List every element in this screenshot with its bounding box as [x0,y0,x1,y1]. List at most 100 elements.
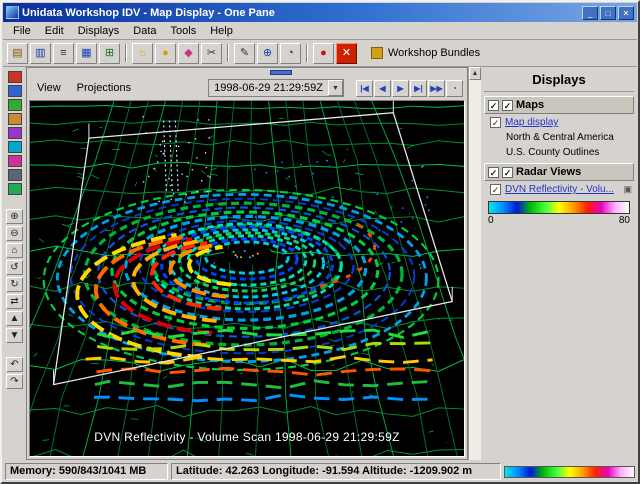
section-toggle-checkbox[interactable]: ✓ [488,100,499,111]
toolbar: ▤ ▥ ≡ ▦ ⊞ ☼ ● ◆ ✂ ✎ ⊕ ◔ ● ✕ Workshop Bun… [3,40,637,67]
app-icon [6,6,19,19]
display-shortcut-icon[interactable] [8,71,22,83]
animation-progress[interactable] [270,70,292,75]
anim-properties-button[interactable]: ◔ [446,80,463,97]
zoom-in-icon[interactable]: ⊕ [6,209,23,224]
menu-view[interactable]: View [31,81,67,95]
save-bundle-icon[interactable]: ▦ [76,43,97,64]
workshop-bundles[interactable]: Workshop Bundles [371,47,480,59]
colorbar-min-label: 0 [488,215,494,226]
close-button[interactable]: ✕ [618,6,634,20]
clock-icon[interactable]: ◔ [280,43,301,64]
time-selector[interactable]: 1998-06-29 21:29:59Z ▼ [208,79,344,97]
titlebar[interactable]: Unidata Workshop IDV - Map Display - One… [3,3,637,22]
scroll-up-icon[interactable]: ▲ [469,67,481,80]
animation-controls: |◀ ◀ ▶ ▶| ▶▶ ◔ [356,80,463,97]
anim-step-back-button[interactable]: ◀ [374,80,391,97]
status-colorbar [504,466,635,478]
position-status: Latitude: 42.263 Longitude: -91.594 Alti… [171,463,501,480]
display-shortcut-icon[interactable] [8,99,22,111]
display-shortcut-icon[interactable] [8,141,22,153]
chevron-down-icon[interactable]: ▼ [328,80,343,96]
display-shortcut-icon[interactable] [8,85,22,97]
anim-end-button[interactable]: ▶▶ [428,80,445,97]
statusbar: Memory: 590/843/1041 MB Latitude: 42.263… [3,462,637,481]
map-canvas[interactable]: DVN Reflectivity - Volume Scan 1998-06-2… [29,100,465,457]
left-toolbar: ⊕ ⊖ ⌂ ↺ ↻ ⇄ ▲ ▼ ↶ ↷ [3,67,26,460]
displays-panel: Displays ✓ ✓ Maps ✓ Map display North & … [481,67,637,460]
toolbar-separator [227,44,229,62]
menubar: File Edit Displays Data Tools Help [3,22,637,40]
undo-view-icon[interactable]: ↶ [6,357,23,372]
time-value: 1998-06-29 21:29:59Z [214,82,323,94]
menu-help[interactable]: Help [203,23,240,39]
radar-views-section-header[interactable]: ✓ ✓ Radar Views [484,163,634,181]
display-shortcut-icon[interactable] [8,113,22,125]
maximize-button[interactable]: □ [600,6,616,20]
displays-panel-title: Displays [484,69,634,92]
folder-open-icon[interactable]: ▤ [7,43,28,64]
legend-scrollbar[interactable]: ▲ [468,67,481,460]
app-window: Unidata Workshop IDV - Map Display - One… [0,0,640,484]
view-control-row: View Projections 1998-06-29 21:29:59Z ▼ … [27,77,467,99]
map-layer-item: North & Central America [484,129,634,144]
visibility-checkbox[interactable]: ✓ [490,184,501,195]
print-icon[interactable]: ≡ [53,43,74,64]
toolbar-separator [125,44,127,62]
maps-section-label: Maps [516,99,544,111]
toolbar-separator [306,44,308,62]
anim-begin-button[interactable]: |◀ [356,80,373,97]
radar-display-link[interactable]: DVN Reflectivity - Volu... [505,184,614,195]
cut-icon[interactable]: ✂ [201,43,222,64]
record-icon[interactable]: ● [313,43,334,64]
menu-projections[interactable]: Projections [71,81,137,95]
colorbar-labels: 0 80 [484,214,634,227]
redo-view-icon[interactable]: ↷ [6,374,23,389]
reflectivity-colorbar[interactable] [488,201,630,214]
display-shortcut-icon[interactable] [8,155,22,167]
legend-row: ✓ DVN Reflectivity - Volu... ▣ [484,181,634,196]
pan-up-icon[interactable]: ▲ [6,311,23,326]
map-layer-item: U.S. County Outlines [484,144,634,159]
menu-tools[interactable]: Tools [164,23,204,39]
map-display-link[interactable]: Map display [505,117,558,128]
grid-icon[interactable]: ⊞ [99,43,120,64]
menu-edit[interactable]: Edit [38,23,71,39]
bundle-icon [371,47,383,59]
menu-file[interactable]: File [6,23,38,39]
section-toggle-checkbox[interactable]: ✓ [488,167,499,178]
memory-status: Memory: 590/843/1041 MB [5,463,168,480]
maps-section-header[interactable]: ✓ ✓ Maps [484,96,634,114]
visibility-checkbox[interactable]: ✓ [490,117,501,128]
visibility-checkbox[interactable]: ✓ [502,100,513,111]
rotate-left-icon[interactable]: ↺ [6,260,23,275]
display-shortcut-icon[interactable] [8,169,22,181]
anim-step-forward-button[interactable]: ▶| [410,80,427,97]
colorbar-max-label: 80 [619,215,630,226]
edit-icon[interactable]: ✎ [234,43,255,64]
pan-down-icon[interactable]: ▼ [6,328,23,343]
menu-data[interactable]: Data [126,23,163,39]
lightbulb-icon[interactable]: ● [155,43,176,64]
display-shortcut-icon[interactable] [8,127,22,139]
minimize-button[interactable]: _ [582,6,598,20]
detach-icon[interactable]: ▣ [623,184,632,195]
add-data-icon[interactable]: ⊕ [257,43,278,64]
display-shortcut-icon[interactable] [8,183,22,195]
rotate-right-icon[interactable]: ↻ [6,277,23,292]
zoom-out-icon[interactable]: ⊖ [6,226,23,241]
menu-displays[interactable]: Displays [71,23,127,39]
perspective-icon[interactable]: ⇄ [6,294,23,309]
map-caption: DVN Reflectivity - Volume Scan 1998-06-2… [30,430,464,444]
legend-row: ✓ Map display [484,114,634,129]
home-view-icon[interactable]: ⌂ [6,243,23,258]
visibility-checkbox[interactable]: ✓ [502,167,513,178]
export-display-icon[interactable]: ▥ [30,43,51,64]
close-display-icon[interactable]: ✕ [336,43,357,64]
tip-icon[interactable]: ☼ [132,43,153,64]
eraser-icon[interactable]: ◆ [178,43,199,64]
anim-play-button[interactable]: ▶ [392,80,409,97]
animation-progress-track [27,68,467,77]
map-view-panel: View Projections 1998-06-29 21:29:59Z ▼ … [26,67,468,460]
radar-volume-render [30,101,464,456]
